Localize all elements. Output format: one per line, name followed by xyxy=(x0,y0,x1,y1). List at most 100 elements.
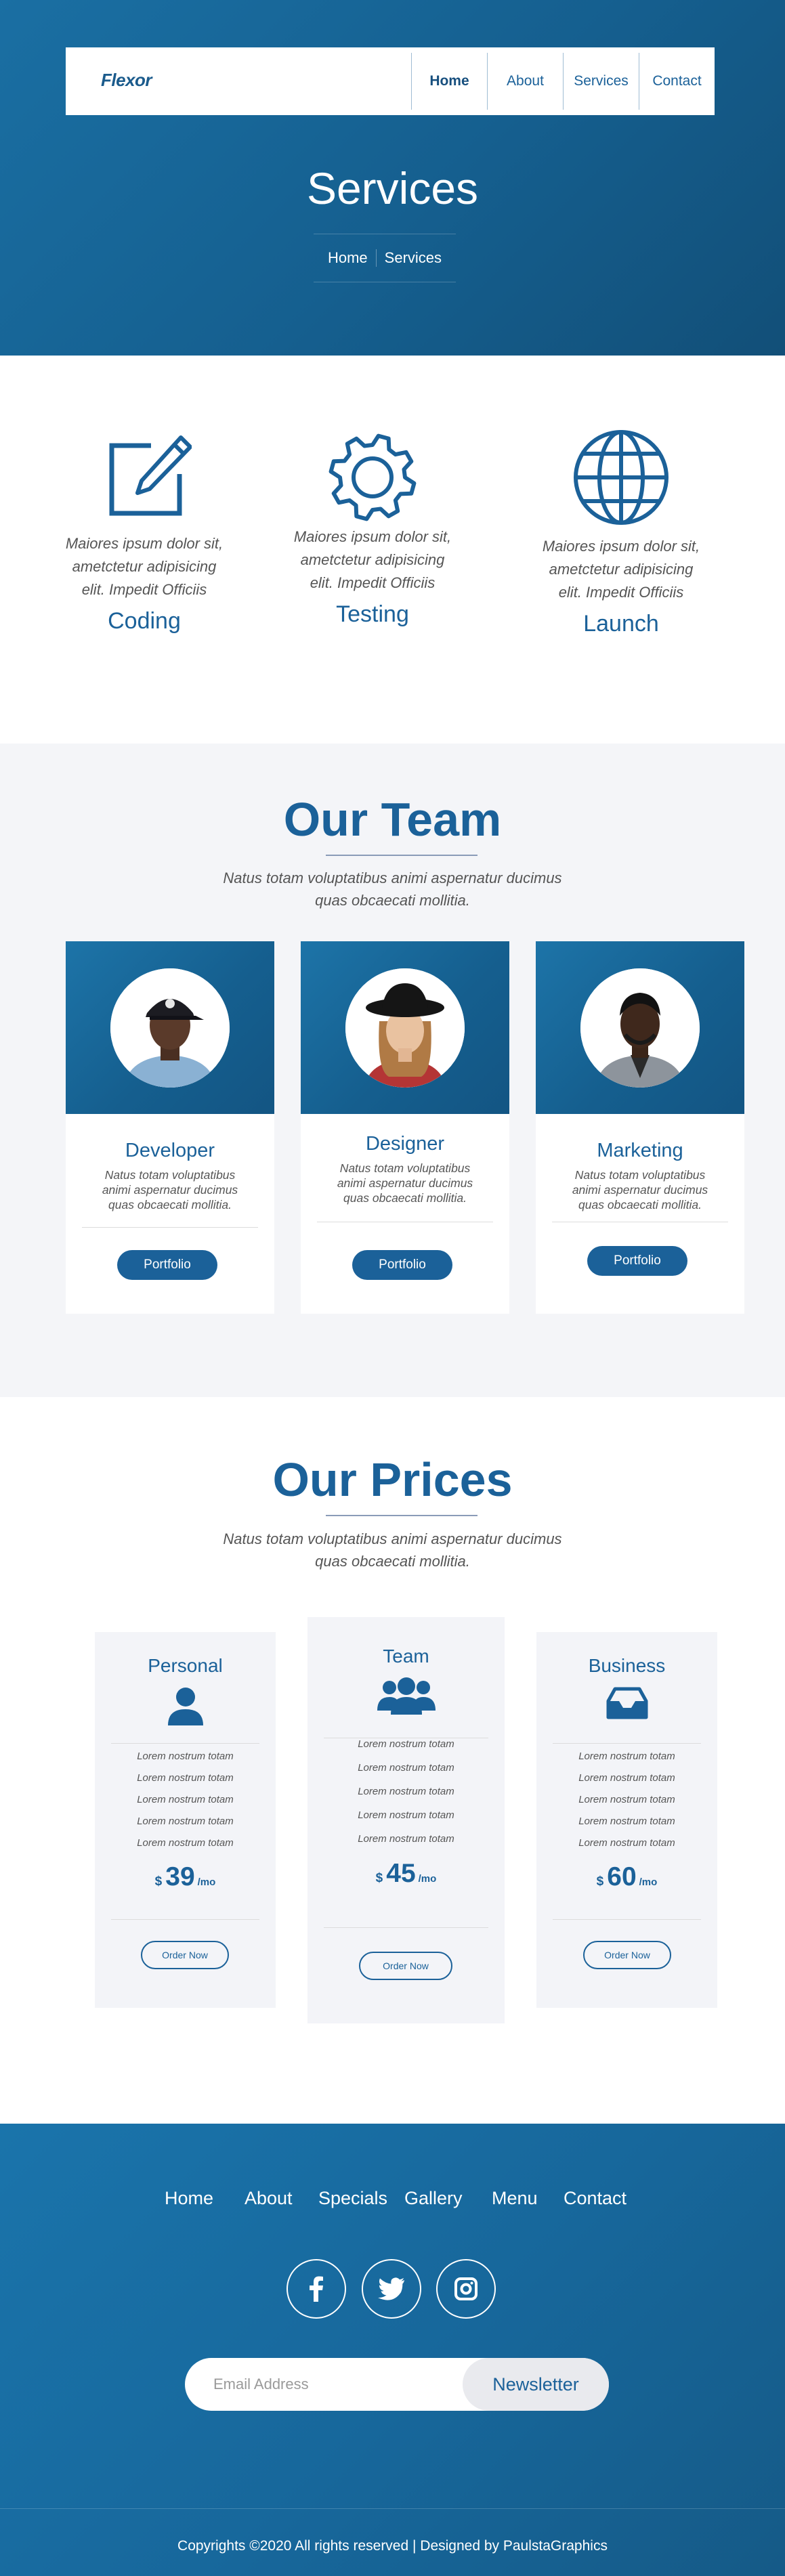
nav-link-contact[interactable]: Contact xyxy=(639,53,715,110)
title-divider xyxy=(326,1515,478,1516)
service-card-testing: Maiores ipsum dolor sit, ametctetur adip… xyxy=(264,433,481,628)
navbar: Flexor Home About Services Contact xyxy=(66,47,715,115)
title-divider xyxy=(326,855,478,856)
service-description: Maiores ipsum dolor sit, ametctetur adip… xyxy=(293,528,452,591)
feature-item: Lorem nostrum totam xyxy=(137,1794,234,1805)
member-role: Developer xyxy=(125,1140,215,1161)
footer-link-specials[interactable]: Specials xyxy=(318,2188,387,2209)
avatar xyxy=(580,968,700,1088)
feature-item: Lorem nostrum totam xyxy=(137,1816,234,1827)
nav-link-about[interactable]: About xyxy=(487,53,563,110)
feature-item: Lorem nostrum totam xyxy=(358,1809,454,1821)
service-name: Coding xyxy=(108,608,181,634)
footer: Home About Specials Gallery Menu Contact… xyxy=(0,2124,785,2576)
breadcrumb: Home Services xyxy=(314,234,456,282)
facebook-icon[interactable] xyxy=(287,2259,346,2319)
service-name: Launch xyxy=(583,611,659,637)
avatar xyxy=(345,968,465,1088)
member-role: Designer xyxy=(365,1133,445,1155)
feature-item: Lorem nostrum totam xyxy=(137,1837,234,1849)
breadcrumb-home[interactable]: Home xyxy=(320,249,376,267)
user-icon xyxy=(95,1686,276,1725)
newsletter-button[interactable]: Newsletter xyxy=(463,2358,609,2411)
prices-title: Our Prices xyxy=(272,1453,513,1506)
feature-item: Lorem nostrum totam xyxy=(578,1751,675,1762)
team-card-header xyxy=(301,941,509,1114)
avatar xyxy=(110,968,230,1088)
member-role: Marketing xyxy=(597,1140,683,1161)
plan-name: Team xyxy=(383,1646,429,1667)
site-logo[interactable]: Flexor xyxy=(101,70,152,91)
plan-price: $ 45 /mo xyxy=(375,1859,437,1888)
service-card-launch: Maiores ipsum dolor sit, ametctetur adip… xyxy=(513,430,729,637)
footer-nav: Home About Specials Gallery Menu Contact xyxy=(0,2188,785,2215)
team-card-header xyxy=(536,941,744,1114)
plan-divider xyxy=(553,1743,701,1744)
gear-icon xyxy=(264,433,481,521)
plan-divider xyxy=(111,1743,259,1744)
footer-divider xyxy=(0,2508,785,2509)
users-icon xyxy=(307,1677,505,1715)
order-now-button[interactable]: Order Now xyxy=(359,1952,452,1980)
instagram-icon[interactable] xyxy=(436,2259,496,2319)
feature-item: Lorem nostrum totam xyxy=(358,1786,454,1797)
team-card-marketing: Marketing Natus totam voluptatibus animi… xyxy=(536,941,744,1314)
team-card-designer: Designer Natus totam voluptatibus animi … xyxy=(301,941,509,1314)
portfolio-button[interactable]: Portfolio xyxy=(352,1250,452,1280)
plan-features: Lorem nostrum totam Lorem nostrum totam … xyxy=(95,1746,276,1854)
plan-divider xyxy=(111,1919,259,1920)
page-title: Services xyxy=(306,163,479,213)
feature-item: Lorem nostrum totam xyxy=(358,1762,454,1774)
globe-icon xyxy=(513,430,729,525)
feature-item: Lorem nostrum totam xyxy=(578,1794,675,1805)
feature-item: Lorem nostrum totam xyxy=(578,1816,675,1827)
footer-link-gallery[interactable]: Gallery xyxy=(404,2188,463,2209)
card-divider xyxy=(82,1227,258,1228)
prices-subtitle: Natus totam voluptatibus animi aspernatu… xyxy=(223,1530,562,1570)
portfolio-button[interactable]: Portfolio xyxy=(587,1246,687,1276)
footer-link-home[interactable]: Home xyxy=(165,2188,213,2209)
inbox-icon xyxy=(536,1686,717,1720)
email-input[interactable] xyxy=(185,2358,463,2411)
team-subtitle: Natus totam voluptatibus animi aspernatu… xyxy=(223,870,562,909)
nav-link-services[interactable]: Services xyxy=(563,53,639,110)
member-description: Natus totam voluptatibus animi aspernatu… xyxy=(102,1168,238,1211)
order-now-button[interactable]: Order Now xyxy=(583,1941,671,1969)
feature-item: Lorem nostrum totam xyxy=(358,1738,454,1750)
feature-item: Lorem nostrum totam xyxy=(578,1772,675,1784)
nav-link-home[interactable]: Home xyxy=(411,53,487,110)
portfolio-button[interactable]: Portfolio xyxy=(117,1250,217,1280)
edit-icon xyxy=(36,433,253,521)
team-card-header xyxy=(66,941,274,1114)
team-card-developer: Developer Natus totam voluptatibus animi… xyxy=(66,941,274,1314)
plan-name: Business xyxy=(588,1655,666,1676)
nav-links: Home About Services Contact xyxy=(411,53,715,110)
footer-link-about[interactable]: About xyxy=(245,2188,293,2209)
plan-price: $ 60 /mo xyxy=(596,1862,658,1891)
service-card-coding: Maiores ipsum dolor sit, ametctetur adip… xyxy=(36,433,253,635)
plan-price: $ 39 /mo xyxy=(154,1862,216,1891)
plan-divider xyxy=(553,1919,701,1920)
service-description: Maiores ipsum dolor sit, ametctetur adip… xyxy=(542,538,700,601)
member-description: Natus totam voluptatibus animi aspernatu… xyxy=(337,1161,473,1205)
footer-link-contact[interactable]: Contact xyxy=(564,2188,627,2209)
hero-banner: Flexor Home About Services Contact Servi… xyxy=(0,0,785,356)
pricing-card-personal: Personal Lorem nostrum totam Lorem nostr… xyxy=(95,1632,276,2008)
member-description: Natus totam voluptatibus animi aspernatu… xyxy=(572,1168,708,1211)
service-name: Testing xyxy=(336,601,409,627)
twitter-icon[interactable] xyxy=(362,2259,421,2319)
plan-name: Personal xyxy=(148,1655,223,1676)
plan-features: Lorem nostrum totam Lorem nostrum totam … xyxy=(536,1746,717,1854)
pricing-card-team: Team Lorem nostrum totam Lorem nostrum t… xyxy=(307,1617,505,2023)
newsletter-form: Newsletter xyxy=(185,2358,609,2411)
feature-item: Lorem nostrum totam xyxy=(358,1833,454,1845)
pricing-card-business: Business Lorem nostrum totam Lorem nostr… xyxy=(536,1632,717,2008)
service-description: Maiores ipsum dolor sit, ametctetur adip… xyxy=(65,535,224,598)
order-now-button[interactable]: Order Now xyxy=(141,1941,229,1969)
feature-item: Lorem nostrum totam xyxy=(137,1772,234,1784)
plan-divider xyxy=(324,1927,488,1928)
copyright-text: Copyrights ©2020 All rights reserved | D… xyxy=(177,2538,608,2554)
feature-item: Lorem nostrum totam xyxy=(578,1837,675,1849)
footer-link-menu[interactable]: Menu xyxy=(492,2188,538,2209)
plan-features: Lorem nostrum totam Lorem nostrum totam … xyxy=(307,1732,505,1851)
